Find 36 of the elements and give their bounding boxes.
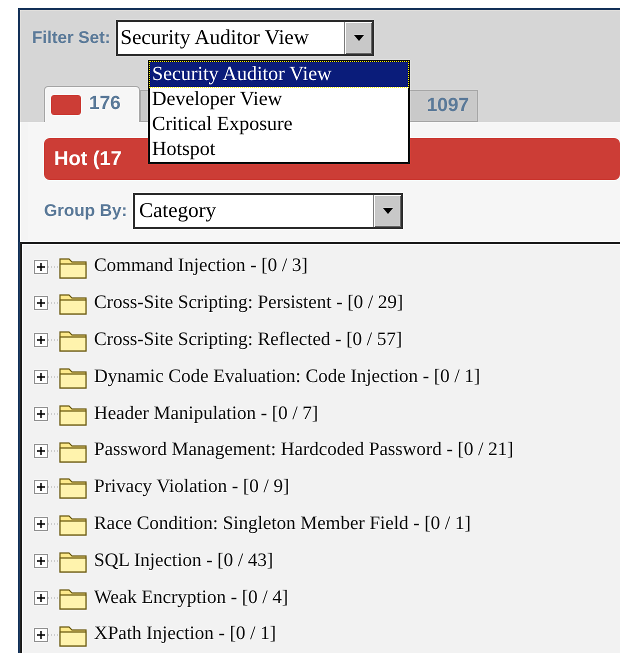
caret-icon <box>352 34 365 42</box>
expand-icon[interactable] <box>34 553 58 569</box>
tree-item[interactable]: XPath Injection - [0 / 1] <box>94 620 276 649</box>
expand-icon[interactable] <box>34 516 58 532</box>
tree-item[interactable]: Dynamic Code Evaluation: Code Injection - [0 / 1] <box>94 362 480 392</box>
tree-item[interactable]: Privacy Violation - [0 / 9] <box>94 473 290 502</box>
dropdown-arrow-button[interactable] <box>344 22 372 54</box>
dropdown-arrow-button[interactable] <box>373 195 402 228</box>
expand-icon[interactable] <box>34 295 58 312</box>
tree-item[interactable]: Header Manipulation - [0 / 7] <box>94 400 318 428</box>
expand-icon[interactable] <box>34 369 58 386</box>
expand-icon[interactable] <box>34 406 58 422</box>
tree-item[interactable]: SQL Injection - [0 / 43] <box>94 546 274 576</box>
caret-icon <box>382 207 394 216</box>
tree-item[interactable]: Cross-Site Scripting: Reflected - [0 / 57] <box>94 326 402 354</box>
dropdown-option[interactable]: Security Auditor View <box>150 62 408 87</box>
expand-icon[interactable] <box>34 590 58 606</box>
tab[interactable]: 176 <box>44 86 140 122</box>
tree-item[interactable]: Race Condition: Singleton Member Field - [0 / 1] <box>94 510 471 538</box>
expand-icon[interactable] <box>34 442 58 459</box>
group-by-dropdown[interactable]: Category <box>133 193 404 230</box>
tree-item[interactable]: Cross-Site Scripting: Persistent - [0 / 29] <box>94 289 404 318</box>
dropdown-option[interactable]: Critical Exposure <box>150 112 408 137</box>
dropdown-option[interactable]: Hotspot <box>150 137 408 162</box>
expand-icon[interactable] <box>34 332 58 348</box>
expand-icon[interactable] <box>34 479 58 496</box>
dropdown-option[interactable]: Developer View <box>150 87 408 112</box>
filter-set-label: Filter Set: <box>32 27 110 50</box>
group-by-label: Group By: <box>44 200 128 222</box>
tree-item[interactable]: Weak Encryption - [0 / 4] <box>94 584 288 612</box>
tree-item[interactable]: Password Management: Hardcoded Password - [0 / 21] <box>94 436 514 465</box>
tree-item[interactable]: Command Injection - [0 / 3] <box>94 252 308 281</box>
expand-icon[interactable] <box>34 258 58 275</box>
expand-icon[interactable] <box>34 626 58 643</box>
hot-label: Hot (17 <box>54 147 122 172</box>
filter-set-dropdown[interactable]: Security Auditor View <box>116 20 374 56</box>
